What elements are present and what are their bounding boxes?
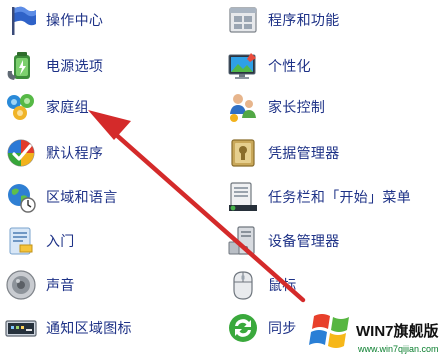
control-panel: 操作中心 电源选项 家庭组 默认程序 区域和语言 入门 声音 通知区域图标 程序… <box>0 0 446 363</box>
watermark-url: www.win7qijian.com <box>358 344 439 354</box>
cp-item-label: 任务栏和「开始」菜单 <box>268 190 411 206</box>
cp-item-label: 区域和语言 <box>46 190 118 206</box>
cp-item-label: 鼠标 <box>268 278 297 294</box>
region-language-globe-icon <box>8 184 36 213</box>
notification-area-icon <box>5 320 37 337</box>
cp-item-label: 同步 <box>268 321 297 337</box>
cp-item-mouse[interactable]: 鼠标 <box>226 265 297 305</box>
cp-item-taskbar-start[interactable]: 任务栏和「开始」菜单 <box>226 177 411 217</box>
cp-item-power-options[interactable]: 电源选项 <box>4 46 103 86</box>
personalization-icon <box>228 53 256 79</box>
cp-item-label: 默认程序 <box>46 146 104 162</box>
cp-item-credential-manager[interactable]: 凭据管理器 <box>226 133 340 173</box>
cp-item-notification-area[interactable]: 通知区域图标 <box>4 308 132 348</box>
cp-item-action-center[interactable]: 操作中心 <box>4 0 103 40</box>
sync-center-icon <box>229 314 257 342</box>
programs-features-icon <box>229 7 257 33</box>
taskbar-start-menu-icon <box>229 182 257 211</box>
cp-item-label: 声音 <box>46 278 75 294</box>
cp-item-homegroup[interactable]: 家庭组 <box>4 87 89 127</box>
mouse-icon <box>233 271 253 300</box>
windows-logo-icon <box>308 306 356 354</box>
cp-item-label: 操作中心 <box>46 13 104 29</box>
cp-item-sync-center[interactable]: 同步 <box>226 308 297 348</box>
cp-item-device-manager[interactable]: 设备管理器 <box>226 221 340 261</box>
cp-item-getting-started[interactable]: 入门 <box>4 221 75 261</box>
cp-item-default-programs[interactable]: 默认程序 <box>4 133 103 173</box>
power-options-battery-icon <box>7 52 30 80</box>
cp-item-label: 家庭组 <box>46 100 89 116</box>
homegroup-icon <box>7 94 34 120</box>
credential-manager-icon <box>231 139 255 167</box>
getting-started-icon <box>9 227 33 255</box>
sound-speaker-icon <box>6 270 36 300</box>
cp-item-label: 通知区域图标 <box>46 321 132 337</box>
cp-item-sound[interactable]: 声音 <box>4 265 75 305</box>
parental-controls-icon <box>230 94 256 122</box>
cp-item-parental-controls[interactable]: 家长控制 <box>226 87 325 127</box>
default-programs-icon <box>7 139 35 167</box>
cp-item-label: 家长控制 <box>268 100 326 116</box>
device-manager-icon <box>228 226 255 255</box>
watermark-title: WIN7旗舰版 <box>356 323 439 340</box>
cp-item-region-language[interactable]: 区域和语言 <box>4 177 118 217</box>
cp-item-label: 个性化 <box>268 59 311 75</box>
cp-item-label: 设备管理器 <box>268 234 340 250</box>
watermark: WIN7旗舰版 www.win7qijian.com <box>298 290 446 363</box>
cp-item-personalization[interactable]: 个性化 <box>226 46 311 86</box>
cp-item-label: 电源选项 <box>46 59 104 75</box>
cp-item-label: 入门 <box>46 234 75 250</box>
cp-item-programs-features[interactable]: 程序和功能 <box>226 0 340 40</box>
cp-item-label: 凭据管理器 <box>268 146 340 162</box>
action-center-flag-icon <box>12 6 36 35</box>
cp-item-label: 程序和功能 <box>268 13 340 29</box>
